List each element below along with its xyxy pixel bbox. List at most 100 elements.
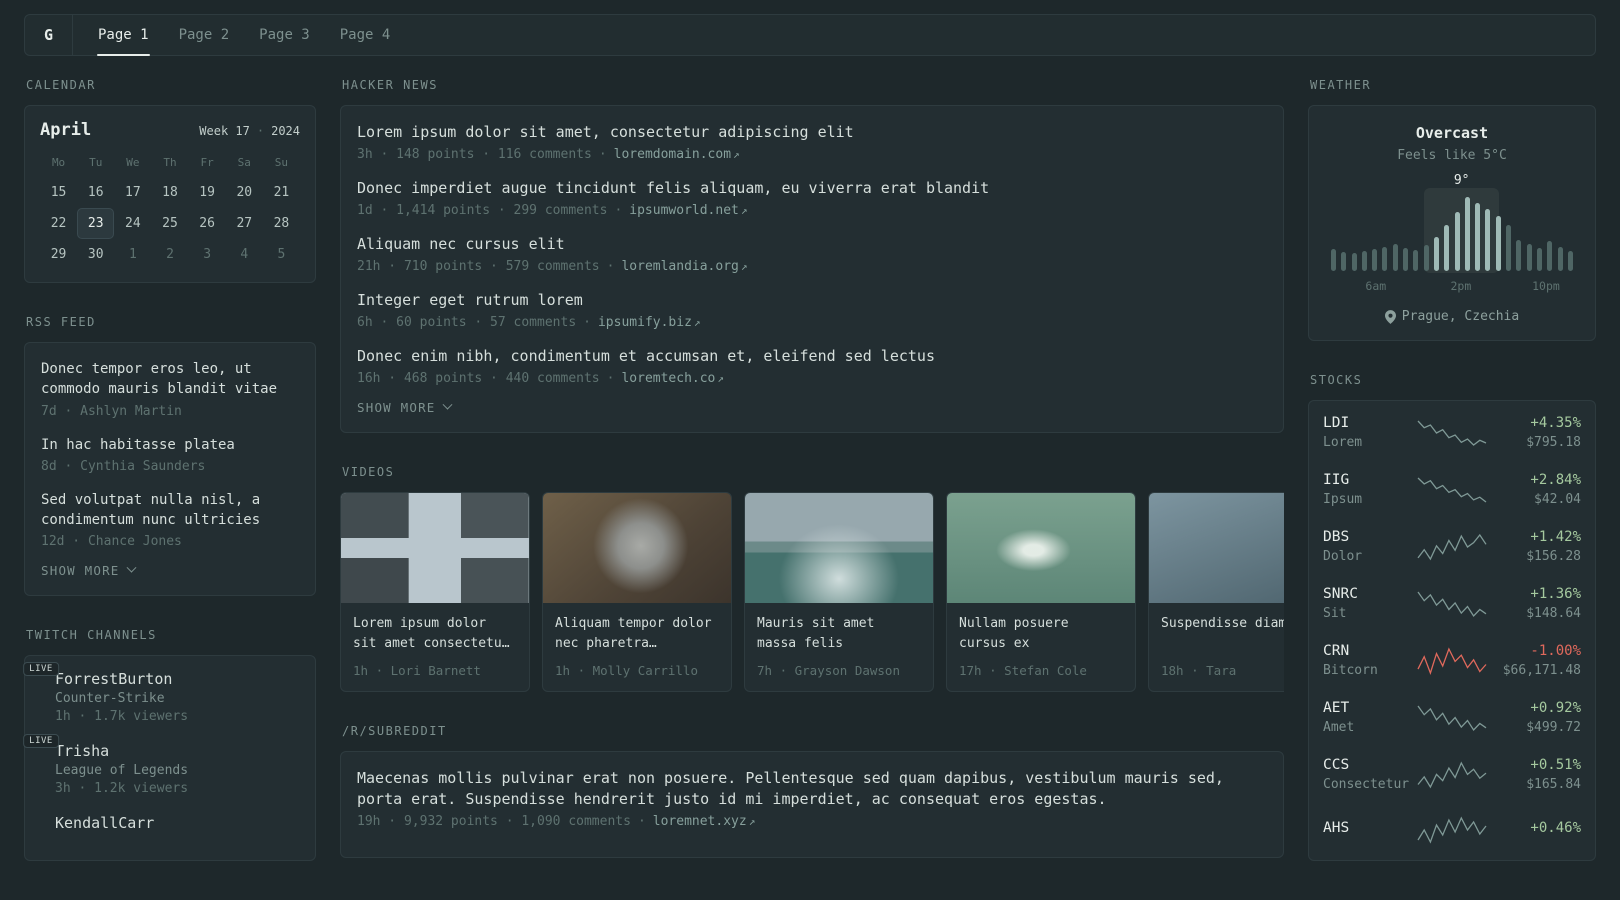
hn-item-meta-text: 6h · 60 points · 57 comments bbox=[357, 315, 577, 330]
subreddit-card: Maecenas mollis pulvinar erat non posuer… bbox=[340, 751, 1284, 859]
weather-bar bbox=[1433, 236, 1439, 271]
subreddit-post-domain-link[interactable]: loremnet.xyz ↗ bbox=[653, 814, 756, 829]
twitch-channel-row[interactable]: KendallCarr bbox=[41, 814, 299, 832]
rss-item: Donec tempor eros leo, ut commodo mauris… bbox=[41, 359, 299, 419]
hn-item-title[interactable]: Lorem ipsum dolor sit amet, consectetur … bbox=[357, 122, 1267, 143]
weather-bar bbox=[1392, 244, 1398, 271]
video-title: Aliquam tempor dolor nec pharetra… bbox=[555, 616, 712, 652]
rss-item-title[interactable]: In hac habitasse platea bbox=[41, 435, 299, 455]
stock-change: -1.00% bbox=[1530, 643, 1581, 659]
calendar-week-year: Week 17 · 2024 bbox=[199, 124, 300, 138]
twitch-widget: TWITCH CHANNELS LIVE ForrestBurton Count… bbox=[23, 628, 316, 862]
video-card[interactable]: Nullam posuere cursus ex 17h · Stefan Co… bbox=[946, 492, 1136, 693]
stock-name: Consectetur bbox=[1323, 777, 1410, 792]
dow-label: Fr bbox=[200, 156, 214, 169]
hn-item-title[interactable]: Donec enim nibh, condimentum et accumsan… bbox=[357, 346, 1267, 367]
calendar-widget: CALENDAR April Week 17 · 2024 Mo Tu We T… bbox=[24, 78, 316, 283]
time-tick: 2pm bbox=[1450, 279, 1472, 293]
stock-change: +0.51% bbox=[1530, 757, 1581, 773]
stock-symbol: IIG bbox=[1323, 472, 1350, 488]
dow-label: Mo bbox=[51, 156, 66, 169]
calendar-day-next-month: 2 bbox=[166, 247, 174, 262]
hn-show-more-button[interactable]: SHOW MORE bbox=[357, 399, 452, 415]
weather-bar bbox=[1557, 247, 1563, 271]
subreddit-post-title[interactable]: Maecenas mollis pulvinar erat non posuer… bbox=[357, 768, 1267, 810]
twitch-channel-meta: 1h · 1.7k viewers bbox=[55, 709, 189, 725]
twitch-channel-name: Trisha bbox=[55, 742, 110, 761]
stock-row[interactable]: CCS Consectetur +0.51% $165.84 bbox=[1309, 746, 1595, 803]
rss-item-meta-text: 7d · Ashlyn Martin bbox=[41, 403, 182, 419]
hn-item-domain-link[interactable]: loremdomain.com ↗ bbox=[614, 147, 740, 162]
top-nav-bar: G Page 1 Page 2 Page 3 Page 4 bbox=[24, 14, 1596, 56]
weather-bar bbox=[1506, 225, 1512, 271]
video-card[interactable]: Suspendisse diam 18h · Tara bbox=[1148, 492, 1284, 693]
chevron-down-icon bbox=[442, 399, 452, 410]
hn-item-meta-text: 21h · 710 points · 579 comments bbox=[357, 259, 600, 274]
stock-id: DBS Dolor bbox=[1323, 529, 1409, 564]
video-meta: 1h · Lori Barnett bbox=[353, 663, 481, 679]
stock-row[interactable]: LDI Lorem +4.35% $795.18 bbox=[1309, 404, 1595, 461]
tab-page-2[interactable]: Page 2 bbox=[164, 15, 245, 55]
stock-row[interactable]: AHS +0.46% bbox=[1309, 803, 1595, 857]
stock-sparkline-chart bbox=[1417, 759, 1487, 791]
hn-item-domain-link[interactable]: ipsumworld.net ↗ bbox=[629, 203, 747, 218]
tab-page-4[interactable]: Page 4 bbox=[325, 15, 406, 55]
stock-name: Ipsum bbox=[1323, 492, 1363, 507]
stock-change: +2.84% bbox=[1530, 472, 1581, 488]
weather-bar bbox=[1495, 215, 1501, 271]
hn-item-title[interactable]: Donec imperdiet augue tincidunt felis al… bbox=[357, 178, 1267, 199]
separator-dot: · bbox=[583, 315, 591, 330]
video-card[interactable]: Lorem ipsum dolor sit amet consectetu… 1… bbox=[340, 492, 530, 693]
subreddit-post-meta: 19h · 9,932 points · 1,090 comments · lo… bbox=[357, 814, 1267, 829]
weather-time-axis: 6am 2pm 10pm bbox=[1325, 279, 1579, 295]
calendar-day: 15 bbox=[50, 185, 67, 200]
hn-item-domain-link[interactable]: ipsumify.biz ↗ bbox=[598, 315, 701, 330]
hn-item: Integer eget rutrum lorem 6h · 60 points… bbox=[357, 290, 1267, 330]
stock-symbol: SNRC bbox=[1323, 586, 1358, 602]
tab-page-1[interactable]: Page 1 bbox=[83, 15, 164, 56]
rss-item-title[interactable]: Donec tempor eros leo, ut commodo mauris… bbox=[41, 359, 299, 400]
rss-item-title[interactable]: Sed volutpat nulla nisl, a condimentum n… bbox=[41, 490, 299, 531]
calendar-section-title: CALENDAR bbox=[26, 78, 96, 92]
twitch-channel-row[interactable]: LIVE Trisha League of Legends 3h · 1.2k … bbox=[23, 734, 299, 796]
stock-symbol: CCS bbox=[1323, 757, 1350, 773]
weather-bar bbox=[1536, 248, 1542, 271]
hn-section-title: HACKER NEWS bbox=[342, 78, 438, 92]
calendar-day-headers: Mo Tu We Th Fr Sa Su bbox=[40, 152, 300, 177]
show-more-label: SHOW MORE bbox=[41, 563, 120, 579]
rss-item-meta: 12d · Chance Jones bbox=[41, 534, 299, 549]
dow-label: We bbox=[126, 156, 140, 169]
twitch-channel-row[interactable]: LIVE ForrestBurton Counter-Strike 1h · 1… bbox=[23, 662, 299, 724]
video-info: Mauris sit amet massa felis 7h · Grayson… bbox=[745, 603, 933, 691]
videos-widget: VIDEOS Lorem ipsum dolor sit amet consec… bbox=[340, 465, 1284, 693]
stock-id: IIG Ipsum bbox=[1323, 472, 1409, 507]
stock-row[interactable]: CRN Bitcorn -1.00% $66,171.48 bbox=[1309, 632, 1595, 689]
hn-item-meta-text: 16h · 468 points · 440 comments bbox=[357, 371, 600, 386]
rss-show-more-button[interactable]: SHOW MORE bbox=[41, 563, 136, 579]
stock-row[interactable]: AET Amet +0.92% $499.72 bbox=[1309, 689, 1595, 746]
twitch-channel-info: KendallCarr bbox=[55, 814, 154, 832]
stock-row[interactable]: IIG Ipsum +2.84% $42.04 bbox=[1309, 461, 1595, 518]
stock-row[interactable]: SNRC Sit +1.36% $148.64 bbox=[1309, 575, 1595, 632]
weather-section-title: WEATHER bbox=[1310, 78, 1372, 92]
tab-page-3[interactable]: Page 3 bbox=[244, 15, 325, 55]
stock-values: +0.51% $165.84 bbox=[1495, 757, 1581, 792]
stock-values: +1.42% $156.28 bbox=[1495, 529, 1581, 564]
video-meta: 7h · Grayson Dawson bbox=[757, 663, 900, 679]
twitch-channel-name: KendallCarr bbox=[55, 814, 155, 833]
stock-values: -1.00% $66,171.48 bbox=[1495, 643, 1581, 678]
hn-item-meta: 16h · 468 points · 440 comments · loremt… bbox=[357, 371, 1267, 386]
hn-item-title[interactable]: Aliquam nec cursus elit bbox=[357, 234, 1267, 255]
hn-item-domain-link[interactable]: loremlandia.org ↗ bbox=[621, 259, 747, 274]
stock-id: AHS bbox=[1323, 820, 1409, 840]
video-card[interactable]: Mauris sit amet massa felis 7h · Grayson… bbox=[744, 492, 934, 693]
hn-item-title[interactable]: Integer eget rutrum lorem bbox=[357, 290, 1267, 311]
twitch-section-title: TWITCH CHANNELS bbox=[26, 628, 157, 643]
twitch-channel-info: ForrestBurton Counter-Strike 1h · 1.7k v… bbox=[55, 670, 188, 724]
stock-row[interactable]: DBS Dolor +1.42% $156.28 bbox=[1309, 518, 1595, 575]
hn-item-domain-link[interactable]: loremtech.co ↗ bbox=[621, 371, 724, 386]
stock-price: $66,171.48 bbox=[1502, 663, 1581, 678]
video-title: Suspendisse diam bbox=[1161, 616, 1284, 631]
video-card[interactable]: Aliquam tempor dolor nec pharetra… 1h · … bbox=[542, 492, 732, 693]
rss-item: Sed volutpat nulla nisl, a condimentum n… bbox=[41, 490, 299, 550]
